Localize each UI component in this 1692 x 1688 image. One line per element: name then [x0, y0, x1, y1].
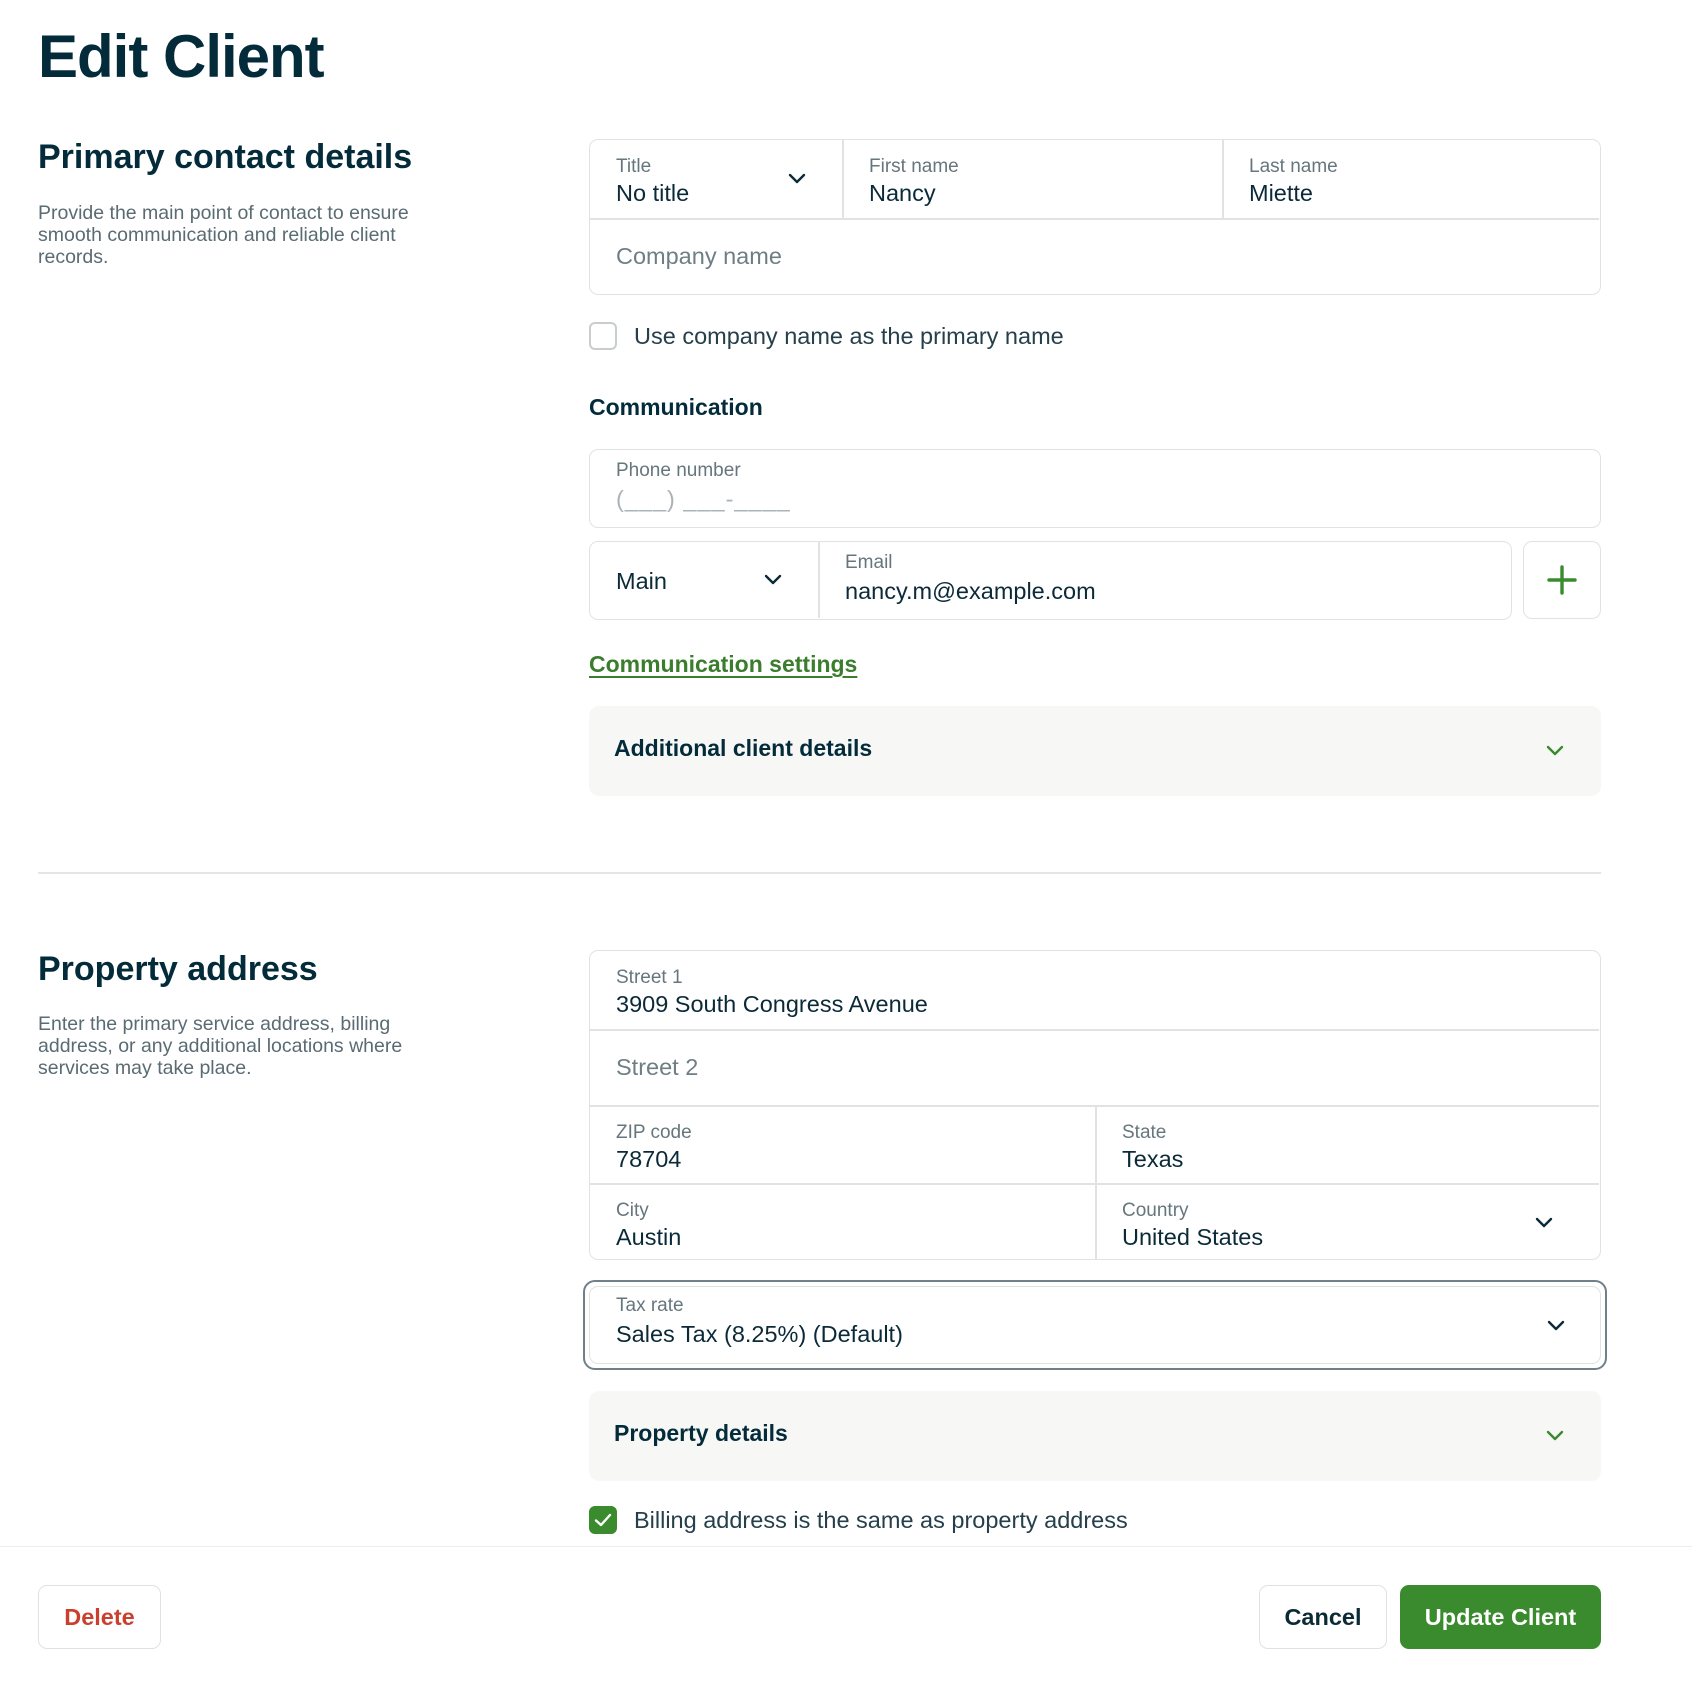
page-title: Edit Client — [38, 23, 325, 90]
update-client-button[interactable]: Update Client — [1400, 1585, 1601, 1649]
primary-contact-heading: Primary contact details — [38, 138, 413, 176]
address-fields-group: Street 1 3909 South Congress Avenue Stre… — [589, 950, 1601, 1260]
chevron-down-icon — [1547, 1320, 1565, 1331]
first-name-label: First name — [869, 156, 959, 177]
first-name-field[interactable]: First name Nancy — [843, 140, 1222, 218]
zip-code-label: ZIP code — [616, 1122, 692, 1143]
street1-value: 3909 South Congress Avenue — [616, 991, 928, 1017]
additional-client-details-accordion[interactable]: Additional client details — [589, 706, 1601, 796]
street1-field[interactable]: Street 1 3909 South Congress Avenue — [590, 951, 1599, 1029]
property-details-label: Property details — [614, 1420, 788, 1446]
country-value: United States — [1122, 1224, 1264, 1250]
email-group: Main Email nancy.m@example.com — [589, 541, 1512, 620]
phone-number-field[interactable]: Phone number (___) ___-____ — [589, 449, 1601, 528]
plus-icon — [1547, 565, 1577, 595]
additional-client-details-label: Additional client details — [614, 735, 873, 761]
tax-rate-select[interactable]: Tax rate Sales Tax (8.25%) (Default) — [589, 1286, 1601, 1364]
last-name-value: Miette — [1249, 180, 1313, 206]
billing-same-checkbox[interactable] — [589, 1506, 617, 1534]
communication-settings-link[interactable]: Communication settings — [589, 651, 857, 678]
billing-same-label: Billing address is the same as property … — [634, 1507, 1128, 1533]
section-divider — [38, 872, 1601, 874]
street1-label: Street 1 — [616, 967, 683, 988]
email-type-value: Main — [616, 568, 667, 594]
email-type-select[interactable]: Main — [590, 542, 818, 618]
use-company-name-label: Use company name as the primary name — [634, 323, 1064, 349]
chevron-down-icon — [1546, 1430, 1564, 1441]
chevron-down-icon — [764, 574, 782, 585]
property-details-accordion[interactable]: Property details — [589, 1391, 1601, 1481]
city-label: City — [616, 1200, 649, 1221]
tax-rate-label: Tax rate — [616, 1295, 684, 1316]
cancel-button[interactable]: Cancel — [1259, 1585, 1387, 1649]
delete-button[interactable]: Delete — [38, 1585, 161, 1649]
last-name-field[interactable]: Last name Miette — [1223, 140, 1600, 218]
street2-field[interactable]: Street 2 — [590, 1030, 1599, 1106]
phone-number-label: Phone number — [616, 460, 741, 481]
chevron-down-icon — [788, 173, 806, 184]
company-name-placeholder: Company name — [616, 243, 782, 269]
primary-contact-description: Provide the main point of contact to ens… — [38, 202, 409, 268]
first-name-value: Nancy — [869, 180, 936, 206]
country-select[interactable]: Country United States — [1096, 1184, 1599, 1259]
zip-code-value: 78704 — [616, 1146, 682, 1172]
street2-placeholder: Street 2 — [616, 1054, 699, 1080]
state-value: Texas — [1122, 1146, 1184, 1172]
name-fields-group: Title No title First name Nancy Last nam… — [589, 139, 1601, 295]
chevron-down-icon — [1546, 745, 1564, 756]
title-value: No title — [616, 180, 690, 206]
zip-code-field[interactable]: ZIP code 78704 — [590, 1106, 1095, 1183]
email-field[interactable]: Email nancy.m@example.com — [819, 542, 1511, 618]
email-value: nancy.m@example.com — [845, 578, 1096, 604]
tax-rate-value: Sales Tax (8.25%) (Default) — [616, 1321, 903, 1347]
last-name-label: Last name — [1249, 156, 1338, 177]
communication-heading: Communication — [589, 394, 763, 420]
city-field[interactable]: City Austin — [590, 1184, 1095, 1259]
use-company-name-checkbox[interactable] — [589, 322, 617, 350]
state-field[interactable]: State Texas — [1096, 1106, 1599, 1183]
footer-divider — [0, 1546, 1692, 1547]
city-value: Austin — [616, 1224, 682, 1250]
property-address-heading: Property address — [38, 950, 318, 988]
phone-number-placeholder: (___) ___-____ — [616, 486, 791, 512]
company-name-field[interactable]: Company name — [590, 219, 1599, 294]
email-label: Email — [845, 552, 893, 573]
checkmark-icon — [594, 1513, 612, 1527]
chevron-down-icon — [1535, 1217, 1553, 1228]
title-select[interactable]: Title No title — [590, 140, 842, 218]
country-label: Country — [1122, 1200, 1189, 1221]
title-label: Title — [616, 156, 652, 177]
property-address-description: Enter the primary service address, billi… — [38, 1013, 403, 1079]
state-label: State — [1122, 1122, 1167, 1143]
add-email-button[interactable] — [1523, 541, 1601, 619]
